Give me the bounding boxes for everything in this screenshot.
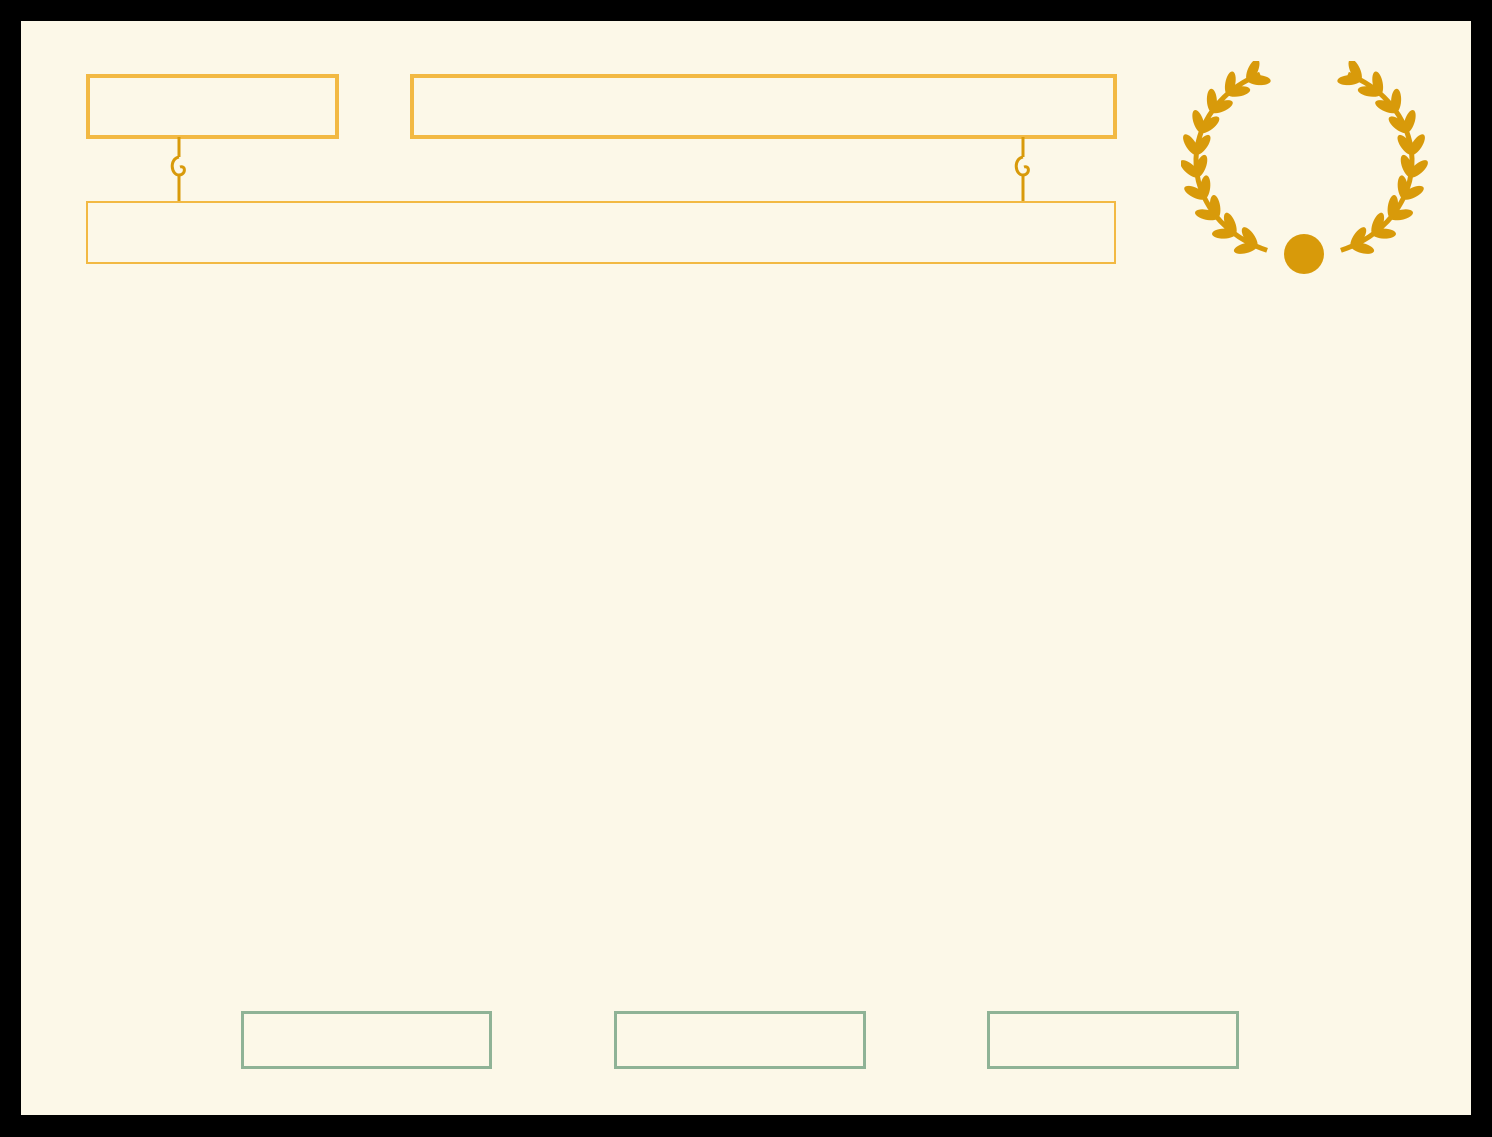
footer-slot-1	[241, 1011, 492, 1069]
header-right-box	[410, 74, 1117, 139]
laurel-wreath-icon	[1181, 61, 1428, 274]
footer-slot-3	[987, 1011, 1239, 1069]
header-left-box	[86, 74, 339, 139]
footer-slot-2	[614, 1011, 866, 1069]
hanger-hook-icon	[170, 137, 186, 203]
certificate-page	[21, 21, 1471, 1115]
banner-box	[86, 201, 1116, 264]
hanger-hook-icon	[1014, 137, 1030, 203]
